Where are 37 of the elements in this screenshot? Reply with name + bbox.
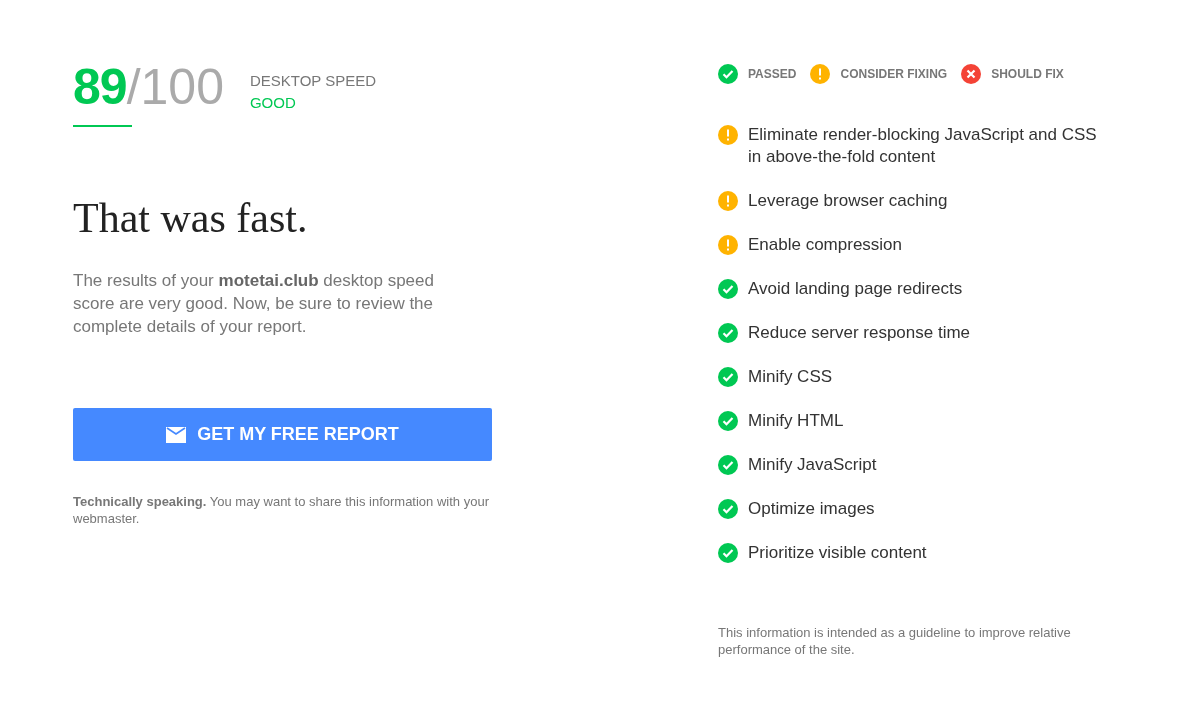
check-label: Enable compression bbox=[748, 234, 904, 256]
check-icon bbox=[718, 279, 738, 299]
check-icon bbox=[718, 411, 738, 431]
score-rating: GOOD bbox=[249, 93, 297, 113]
envelope-icon bbox=[166, 426, 187, 443]
exclamation-icon bbox=[718, 191, 738, 211]
check-label: Minify HTML bbox=[748, 410, 845, 432]
exclamation-icon bbox=[718, 235, 738, 255]
check-label: Minify JavaScript bbox=[748, 454, 878, 476]
check-label: Prioritize visible content bbox=[748, 542, 928, 564]
check-icon bbox=[718, 543, 738, 563]
check-label: Eliminate render-blocking JavaScript and CSS in above-the-fold content bbox=[748, 124, 1098, 168]
score-value: 89 bbox=[73, 59, 127, 115]
legend-label: SHOULD FIX bbox=[991, 67, 1064, 81]
check-label: Leverage browser caching bbox=[748, 190, 949, 212]
check-icon bbox=[718, 323, 738, 343]
legend-label: PASSED bbox=[748, 67, 797, 81]
check-icon bbox=[718, 367, 738, 387]
check-icon bbox=[718, 64, 738, 84]
cross-icon bbox=[961, 64, 982, 84]
check-label: Avoid landing page redirects bbox=[748, 278, 964, 300]
score-underline bbox=[73, 125, 132, 127]
footnote: This information is intended as a guideline to improve relative performance of the site. bbox=[718, 624, 1072, 658]
score-max: /100 bbox=[126, 59, 224, 115]
check-icon bbox=[718, 455, 738, 475]
summary-text: The results of your motetai.club desktop speed score are very good. Now, be sure to review the complete details of your report. bbox=[73, 270, 435, 338]
report-button[interactable]: GET MY FREE REPORT bbox=[73, 408, 492, 461]
exclamation-icon bbox=[718, 125, 738, 145]
check-label: Optimize images bbox=[748, 498, 876, 520]
check-label: Reduce server response time bbox=[748, 322, 972, 344]
technical-note: Technically speaking. You may want to share this information with your webmaster. bbox=[73, 493, 490, 527]
check-label: Minify CSS bbox=[748, 366, 834, 388]
headline: That was fast. bbox=[73, 194, 309, 243]
legend-label: CONSIDER FIXING bbox=[840, 67, 948, 81]
exclamation-icon bbox=[810, 64, 831, 84]
check-icon bbox=[718, 499, 738, 519]
score-label: DESKTOP SPEED bbox=[249, 71, 377, 91]
